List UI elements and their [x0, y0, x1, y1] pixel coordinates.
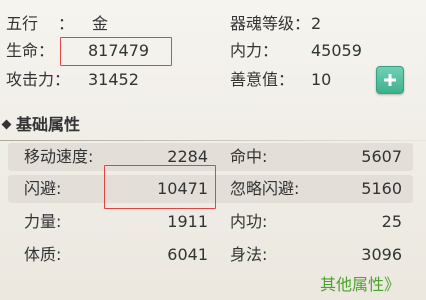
attr-right-label: 命中:: [230, 147, 268, 166]
attr-left-value: 6041: [167, 245, 208, 264]
attr-right-label: 忽略闪避:: [230, 179, 300, 198]
diamond-bullet-icon: [1, 119, 12, 130]
attr-left-value: 2284: [167, 147, 208, 166]
attr-right-label: 内功:: [230, 212, 268, 231]
attribute-row: 移动速度: 2284 命中: 5607: [8, 143, 413, 171]
other-attributes-link[interactable]: 其他属性》: [320, 274, 400, 296]
virtue-value: 10: [311, 70, 332, 89]
attr-left-label: 移动速度:: [24, 147, 94, 166]
attribute-row: 体质: 6041 身法: 3096: [8, 241, 413, 269]
add-virtue-button[interactable]: [376, 66, 404, 94]
top-stats: 五行 ： 金 器魂等级： 2 生命： 817479 内力： 45059 攻击力：…: [0, 0, 426, 110]
attr-left-value: 1911: [167, 212, 208, 231]
attr-right-value: 5160: [361, 179, 402, 198]
attribute-row: 力量: 1911 内功: 25: [8, 208, 413, 236]
artifact-level-label: 器魂等级：: [230, 14, 311, 33]
attribute-row: 闪避: 10471 忽略闪避: 5160: [8, 175, 413, 203]
section-title: 基础属性: [16, 115, 81, 134]
element-label: 五行: [6, 14, 39, 33]
hp-label: 生命：: [6, 41, 55, 60]
character-attributes-panel: 五行 ： 金 器魂等级： 2 生命： 817479 内力： 45059 攻击力：…: [0, 0, 426, 300]
element-value: 金: [92, 14, 109, 33]
mp-label: 内力：: [230, 41, 279, 60]
attr-right-value: 3096: [361, 245, 402, 264]
virtue-label: 善意值：: [230, 70, 295, 89]
attack-value: 31452: [88, 70, 139, 89]
element-colon: ：: [58, 14, 75, 33]
attr-right-value: 5607: [361, 147, 402, 166]
mp-value: 45059: [311, 41, 362, 60]
attr-left-label: 闪避:: [24, 179, 62, 198]
hp-value: 817479: [88, 41, 150, 60]
attack-label: 攻击力：: [6, 70, 71, 89]
attr-left-label: 力量:: [24, 212, 62, 231]
attr-right-label: 身法:: [230, 245, 268, 264]
section-divider: [0, 140, 426, 141]
plus-icon: [383, 73, 397, 87]
basic-attributes-header: 基础属性: [0, 114, 426, 138]
attr-left-label: 体质:: [24, 245, 62, 264]
artifact-level-value: 2: [311, 14, 322, 33]
attr-right-value: 25: [381, 212, 402, 231]
attr-left-value: 10471: [157, 179, 208, 198]
